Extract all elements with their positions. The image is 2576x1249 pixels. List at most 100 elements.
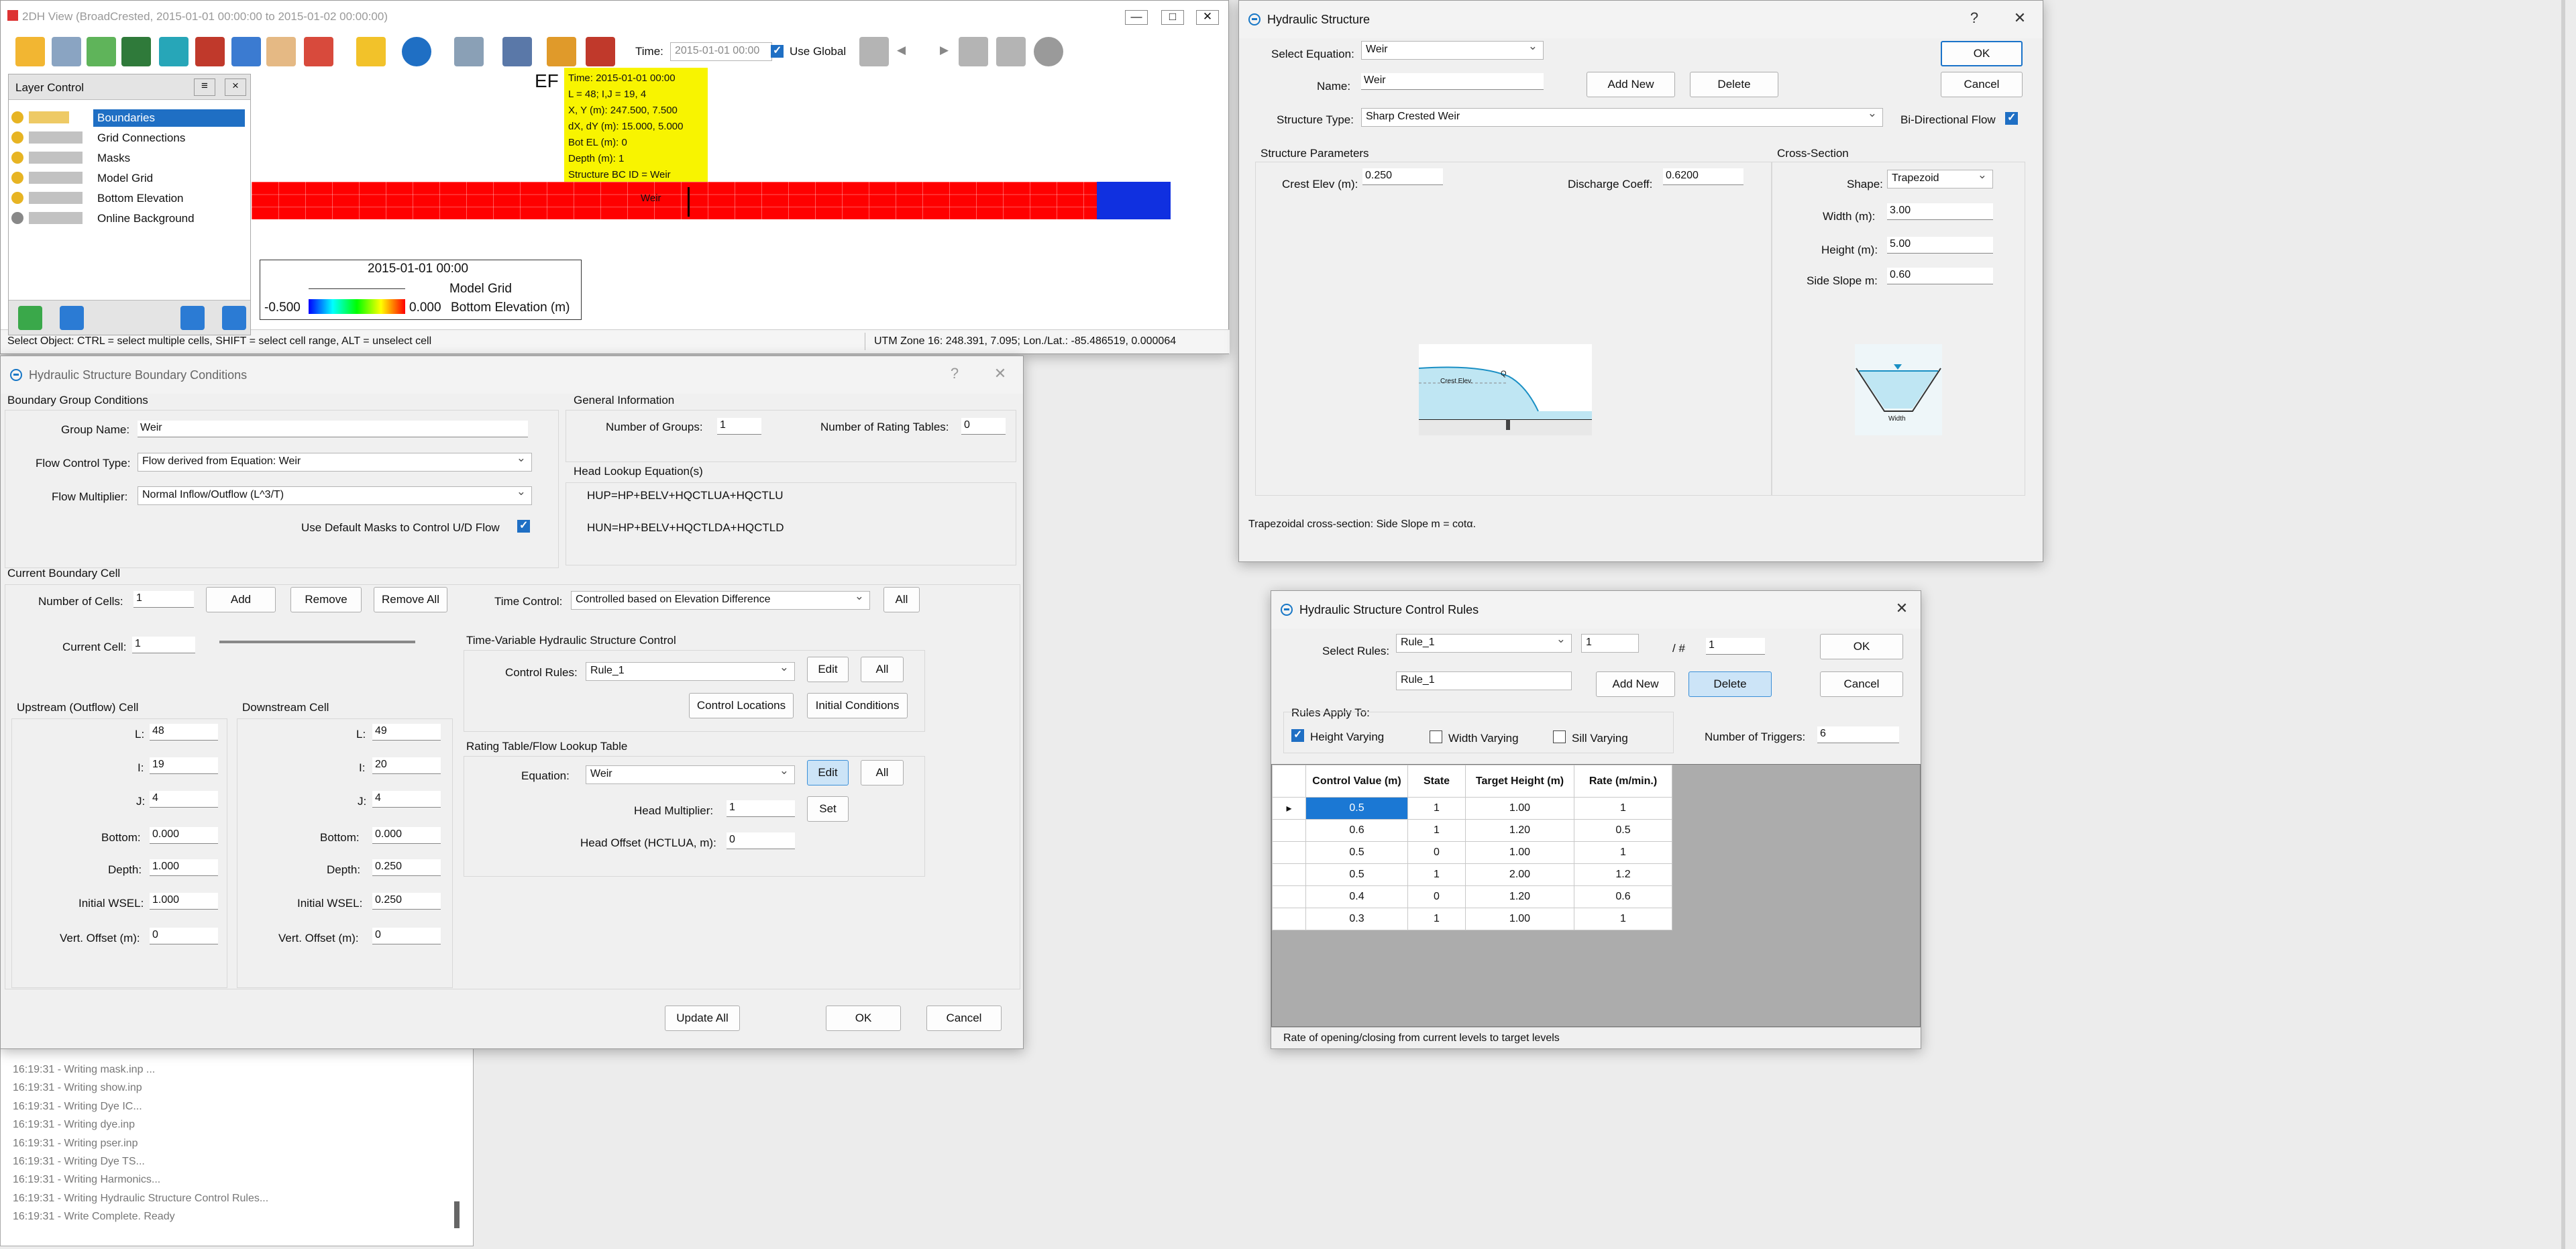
cell-slider[interactable] <box>219 641 415 643</box>
pointer-icon[interactable] <box>356 37 386 66</box>
add-cell-button[interactable]: Add <box>206 587 276 612</box>
close-button[interactable]: ✕ <box>1196 10 1219 25</box>
layer-item[interactable]: Grid Connections <box>11 129 249 147</box>
cell-rate[interactable]: 1 <box>1574 841 1672 864</box>
magnify-icon[interactable] <box>231 37 261 66</box>
layer-item[interactable]: Online Background <box>11 210 249 227</box>
info-icon[interactable] <box>402 37 431 66</box>
play-icon[interactable] <box>996 37 1026 66</box>
down-depth-field[interactable]: 0.250 <box>372 859 441 876</box>
ok-button[interactable]: OK <box>826 1006 901 1031</box>
close-button[interactable]: ✕ <box>1890 598 1914 619</box>
first-frame-icon[interactable] <box>859 37 889 66</box>
open-folder-icon[interactable] <box>15 37 45 66</box>
layer-item[interactable]: Model Grid <box>11 170 249 187</box>
remove-cell-button[interactable]: Remove <box>290 587 362 612</box>
layers-icon[interactable] <box>121 37 151 66</box>
default-masks-checkbox[interactable] <box>517 519 530 533</box>
settings-file-icon[interactable] <box>52 37 81 66</box>
layer-menu-button[interactable]: ≡ <box>194 78 215 96</box>
cancel-button[interactable]: Cancel <box>1941 72 2023 97</box>
down-l-field[interactable]: 49 <box>372 724 441 741</box>
move-up-icon[interactable] <box>180 306 205 330</box>
cancel-button[interactable]: Cancel <box>926 1006 1002 1031</box>
layer-item[interactable]: Boundaries <box>11 109 249 127</box>
num-cells-field[interactable]: 1 <box>133 591 194 608</box>
width-varying-checkbox[interactable] <box>1430 730 1442 743</box>
minimize-button[interactable]: — <box>1125 10 1148 25</box>
row-selector[interactable] <box>1272 841 1306 864</box>
cell-control-value[interactable]: 0.5 <box>1305 841 1408 864</box>
delete-button[interactable]: Delete <box>1690 72 1778 97</box>
crest-elev-field[interactable]: 0.250 <box>1362 168 1443 185</box>
height-field[interactable]: 5.00 <box>1887 237 1993 254</box>
chart-icon[interactable] <box>454 37 484 66</box>
image-icon[interactable] <box>87 37 116 66</box>
time-control-select[interactable]: Controlled based on Elevation Difference <box>571 591 870 610</box>
structure-type-select[interactable]: Sharp Crested Weir <box>1361 108 1883 127</box>
row-selector[interactable] <box>1272 819 1306 842</box>
structure-icon[interactable] <box>547 37 576 66</box>
screen-scrollbar[interactable] <box>2561 0 2565 1249</box>
up-voff-field[interactable]: 0 <box>150 928 218 944</box>
rules-table[interactable]: Control Value (m) State Target Height (m… <box>1272 765 1672 930</box>
table-row[interactable]: 0.5 1 2.00 1.2 <box>1272 863 1672 886</box>
move-down-icon[interactable] <box>222 306 246 330</box>
add-layer-icon[interactable] <box>18 306 42 330</box>
log-scrollbar[interactable] <box>454 1201 460 1228</box>
last-frame-icon[interactable] <box>959 37 988 66</box>
row-selector[interactable] <box>1272 863 1306 886</box>
group-name-field[interactable]: Weir <box>138 421 528 437</box>
rule-index-stepper[interactable]: 1 <box>1581 634 1639 653</box>
row-selector[interactable]: ▸ <box>1272 797 1306 820</box>
down-j-field[interactable]: 4 <box>372 791 441 808</box>
table-row[interactable]: 0.4 0 1.20 0.6 <box>1272 885 1672 908</box>
up-depth-field[interactable]: 1.000 <box>150 859 218 876</box>
zoom-extent-icon[interactable] <box>159 37 189 66</box>
cell-state[interactable]: 0 <box>1407 841 1466 864</box>
zoom-icon[interactable] <box>195 37 225 66</box>
layer-item[interactable]: Bottom Elevation <box>11 190 249 207</box>
head-offset-field[interactable]: 0 <box>727 832 795 849</box>
up-wsel-field[interactable]: 1.000 <box>150 893 218 910</box>
add-new-button[interactable]: Add New <box>1596 671 1675 697</box>
cell-target-height[interactable]: 2.00 <box>1465 863 1574 886</box>
column-header[interactable]: Control Value (m) <box>1305 765 1408 798</box>
layer-close-button[interactable]: × <box>225 78 246 96</box>
time-field[interactable]: 2015-01-01 00:00 <box>670 42 772 61</box>
num-rating-field[interactable]: 0 <box>961 418 1006 435</box>
shape-select[interactable]: Trapezoid <box>1887 170 1993 188</box>
use-global-checkbox[interactable] <box>771 44 784 58</box>
row-selector[interactable] <box>1272 885 1306 908</box>
table-row[interactable]: ▸ 0.5 1 1.00 1 <box>1272 797 1672 820</box>
cell-control-value[interactable]: 0.6 <box>1305 819 1408 842</box>
triggers-field[interactable]: 6 <box>1817 726 1899 743</box>
cell-target-height[interactable]: 1.20 <box>1465 819 1574 842</box>
up-i-field[interactable]: 19 <box>150 757 218 774</box>
control-rules-all-button[interactable]: All <box>861 657 904 682</box>
remove-all-button[interactable]: Remove All <box>374 587 447 612</box>
grid-select-icon[interactable] <box>502 37 532 66</box>
sill-varying-checkbox[interactable] <box>1553 730 1566 743</box>
prev-frame-icon[interactable]: ◀ <box>897 44 906 57</box>
import-layer-icon[interactable] <box>60 306 84 330</box>
column-header[interactable]: Target Height (m) <box>1465 765 1574 798</box>
equation-select[interactable]: Weir <box>586 765 795 784</box>
cell-target-height[interactable]: 1.00 <box>1465 841 1574 864</box>
cell-target-height[interactable]: 1.00 <box>1465 908 1574 930</box>
down-voff-field[interactable]: 0 <box>372 928 441 944</box>
cell-rate[interactable]: 1 <box>1574 908 1672 930</box>
cell-rate[interactable]: 1 <box>1574 797 1672 820</box>
2dh-icon[interactable] <box>586 37 615 66</box>
down-i-field[interactable]: 20 <box>372 757 441 774</box>
bidir-checkbox[interactable] <box>2005 111 2018 125</box>
current-cell-field[interactable]: 1 <box>132 637 195 653</box>
table-row[interactable]: 0.5 0 1.00 1 <box>1272 841 1672 864</box>
up-l-field[interactable]: 48 <box>150 724 218 741</box>
cell-state[interactable]: 1 <box>1407 863 1466 886</box>
cell-rate[interactable]: 0.6 <box>1574 885 1672 908</box>
add-new-button[interactable]: Add New <box>1587 72 1675 97</box>
down-wsel-field[interactable]: 0.250 <box>372 893 441 910</box>
name-field[interactable]: Weir <box>1361 73 1544 90</box>
table-row[interactable]: 0.6 1 1.20 0.5 <box>1272 819 1672 842</box>
